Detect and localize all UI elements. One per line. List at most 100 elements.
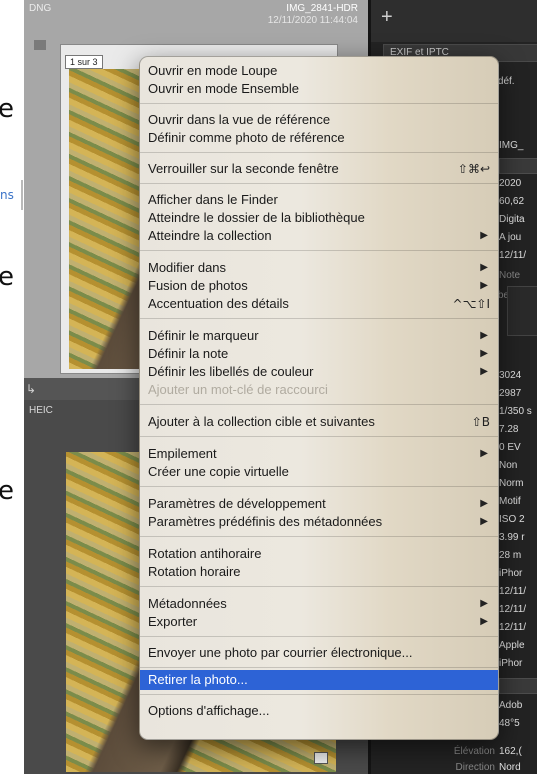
meta-value[interactable]: IMG_ [499,140,523,151]
menu-item-go-to-collection[interactable]: Atteindre la collection ▶ [140,226,498,246]
meta-value: 2987 [499,388,522,399]
meta-value: 12/11/ [499,604,527,615]
meta-value: iPhor [499,658,523,669]
menu-separator [140,250,498,251]
meta-input[interactable] [499,158,537,174]
menu-item-add-shortcut-keyword: Ajouter un mot-clé de raccourci [148,382,328,397]
menu-item-set-flag[interactable]: Définir le marqueur ▶ [140,326,498,346]
menu-item-photo-merge[interactable]: Fusion de photos ▶ [140,276,498,296]
doc-divider [21,180,23,210]
doc-link-fragment: ns [0,188,14,202]
menu-separator [140,667,498,668]
meta-label: Élévation [453,746,495,757]
meta-value: 12/11/ [499,622,527,633]
menu-separator [140,586,498,587]
file-format-label: HEIC [29,405,53,416]
meta-value: 162,( [499,746,522,757]
menu-item-open-reference-view[interactable]: Ouvrir dans la vue de référence [140,110,498,130]
menu-item-create-virtual-copy[interactable]: Créer une copie virtuelle [140,462,498,482]
context-menu: Ouvrir en mode Loupe Ouvrir en mode Ense… [139,56,499,740]
menu-item-rotate-right[interactable]: Rotation horaire [140,562,498,582]
meta-input[interactable] [499,678,537,694]
menu-separator [140,486,498,487]
menu-item-view-options[interactable]: Options d'affichage... [140,701,498,721]
menu-item-rotate-left[interactable]: Rotation antihoraire [140,544,498,564]
menu-item-metadata[interactable]: Métadonnées ▶ [140,594,498,614]
meta-value: 0 EV [499,442,521,453]
submenu-arrow-icon: ▶ [480,616,488,627]
submenu-arrow-icon: ▶ [480,366,488,377]
menu-separator [140,152,498,153]
submenu-arrow-icon: ▶ [480,498,488,509]
menu-item-remove-photo[interactable]: Retirer la photo... [140,670,498,690]
capture-date-label: 12/11/2020 11:44:04 [267,15,358,26]
file-name-label: IMG_2841-HDR [286,3,358,14]
meta-value[interactable]: A jou [499,232,521,243]
meta-value: Apple [499,640,525,651]
meta-value[interactable]: 12/11/ [499,250,526,261]
meta-value: 3024 [499,370,522,381]
submenu-arrow-icon: ▶ [480,516,488,527]
document-background: e ns e e [0,0,24,774]
meta-value: Non [499,460,518,471]
meta-value: 28 m [499,550,522,561]
menu-item-stacking[interactable]: Empilement ▶ [140,444,498,464]
shortcut-label: ⇧⌘↩ [457,162,490,176]
menu-separator [140,536,498,537]
submenu-arrow-icon: ▶ [480,230,488,241]
menu-item-set-rating[interactable]: Définir la note ▶ [140,344,498,364]
stack-arrow-icon[interactable]: ↳ [26,382,36,396]
menu-item-email-photo[interactable]: Envoyer une photo par courrier électroni… [140,643,498,663]
doc-text-fragment: e [0,94,14,124]
submenu-arrow-icon: ▶ [480,330,488,341]
meta-value[interactable]: 2020 [499,178,521,189]
meta-value: Motif [499,496,521,507]
menu-separator [140,636,498,637]
meta-value: 7.28 [499,424,519,435]
flag-icon[interactable] [34,40,46,50]
menu-item-show-in-finder[interactable]: Afficher dans le Finder [140,190,498,210]
meta-value[interactable]: 60,62 [499,196,524,207]
submenu-arrow-icon: ▶ [480,280,488,291]
badge-icon[interactable] [314,752,328,764]
meta-value: Adob [499,700,523,711]
caption-field[interactable] [507,286,537,336]
meta-value[interactable]: Digita [499,214,525,225]
doc-text-fragment: e [0,262,14,292]
shortcut-label: ⇧B [471,415,490,429]
menu-item-go-to-folder[interactable]: Atteindre le dossier de la bibliothèque [140,208,498,228]
menu-item-develop-settings[interactable]: Paramètres de développement ▶ [140,494,498,514]
menu-item-export[interactable]: Exporter ▶ [140,612,498,632]
menu-separator [140,436,498,437]
menu-item-enhance-details[interactable]: Accentuation des détails ^⌥⇧I [140,294,498,314]
menu-separator [140,318,498,319]
menu-separator [140,103,498,104]
meta-label: Direction [455,762,495,773]
meta-value: 12/11/ [499,586,527,597]
stack-count-badge[interactable]: 1 sur 3 [65,55,103,69]
meta-value: Nord [499,762,521,773]
menu-item-set-reference-photo[interactable]: Définir comme photo de référence [140,128,498,148]
meta-value: iPhor [499,568,523,579]
meta-value: 48°5 [499,718,520,729]
file-format-label: DNG [29,3,52,14]
menu-item-lock-second-window[interactable]: Verrouiller sur la seconde fenêtre ⇧⌘↩ [140,159,498,179]
meta-value: 1/350 s [499,406,532,417]
meta-value: 3.99 r [499,532,525,543]
rating-label: Note [499,270,521,281]
menu-item-edit-in[interactable]: Modifier dans ▶ [140,258,498,278]
menu-item-set-color-labels[interactable]: Définir les libellés de couleur ▶ [140,362,498,382]
menu-separator [140,183,498,184]
menu-item-open-survey[interactable]: Ouvrir en mode Ensemble [140,79,498,99]
doc-text-fragment: e [0,476,14,506]
submenu-arrow-icon: ▶ [480,262,488,273]
shortcut-label: ^⌥⇧I [452,297,490,311]
menu-item-metadata-presets[interactable]: Paramètres prédéfinis des métadonnées ▶ [140,512,498,532]
menu-item-open-loupe[interactable]: Ouvrir en mode Loupe [140,61,498,81]
submenu-arrow-icon: ▶ [480,598,488,609]
submenu-arrow-icon: ▶ [480,448,488,459]
panel-header: + [371,0,537,42]
menu-item-add-to-target-collection[interactable]: Ajouter à la collection cible et suivant… [140,412,498,432]
submenu-arrow-icon: ▶ [480,348,488,359]
add-icon[interactable]: + [381,6,393,29]
